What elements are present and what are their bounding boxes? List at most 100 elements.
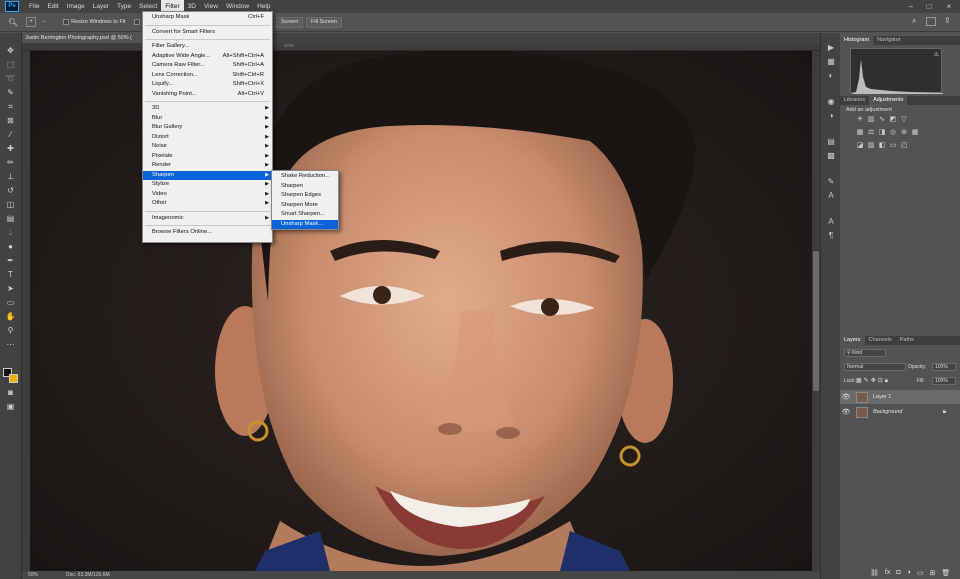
vertical-scrollbar[interactable] [812, 51, 820, 571]
menu-item-submenu[interactable]: Other ▶ [143, 199, 272, 209]
channel-mixer-icon[interactable]: ⊛ [900, 129, 908, 137]
sharpen-menu-item[interactable]: Sharpen Edges [272, 191, 338, 201]
type-tool-icon[interactable]: T [4, 269, 17, 280]
zoom-in-icon[interactable]: + [26, 17, 37, 27]
menu-item-submenu[interactable]: 3D ▶ [143, 104, 272, 114]
more-tools-icon[interactable]: ⋯ [4, 339, 17, 350]
blur-tool-icon[interactable]: 💧︎ [4, 227, 17, 238]
menu-item-submenu[interactable]: Stylize ▶ [143, 180, 272, 190]
menu-item-filter[interactable]: Adaptive Wide Angle... Alt+Shift+Ctrl+A [143, 52, 272, 62]
menu-item-filter[interactable]: Vanishing Point... Alt+Ctrl+V [143, 90, 272, 100]
fill-input[interactable]: 100% [932, 377, 956, 385]
quick-select-tool-icon[interactable]: ✎ [4, 87, 17, 98]
blend-mode-select[interactable]: Normal [844, 363, 906, 371]
sharpen-menu-item[interactable]: Sharpen [272, 182, 338, 192]
marquee-tool-icon[interactable]: ⬚ [4, 59, 17, 70]
clone-stamp-tool-icon[interactable]: ⊥ [4, 171, 17, 182]
layer-style-icon[interactable]: fx [885, 569, 890, 577]
tab-navigator[interactable]: Navigator [873, 36, 905, 45]
frame-tool-icon[interactable]: ⊠ [4, 115, 17, 126]
tab-paths[interactable]: Paths [896, 336, 918, 345]
share-icon[interactable]: ⇪ [944, 16, 951, 25]
sharpen-menu-item[interactable]: Sharpen More [272, 201, 338, 211]
path-select-tool-icon[interactable]: ➤ [4, 283, 17, 294]
posterize-icon[interactable]: ▨ [867, 142, 875, 150]
brush-tool-icon[interactable]: ✏ [4, 157, 17, 168]
background-color-swatch[interactable] [9, 374, 18, 383]
scrollbar-thumb[interactable] [813, 251, 819, 391]
close-icon[interactable]: × [940, 0, 958, 13]
menu-item-filter[interactable]: Liquify... Shift+Ctrl+X [143, 80, 272, 90]
levels-icon[interactable]: ▥ [867, 116, 875, 124]
layer-row-layer-1[interactable]: 👁︎ Layer 1 [840, 390, 960, 404]
threshold-icon[interactable]: ◧ [878, 142, 886, 150]
sharpen-menu-item[interactable]: Shake Reduction... [272, 172, 338, 182]
invert-icon[interactable]: ◪ [856, 142, 864, 150]
menu-item-submenu[interactable]: Blur Gallery ▶ [143, 123, 272, 133]
eraser-tool-icon[interactable]: ◫ [4, 199, 17, 210]
black-white-icon[interactable]: ◨ [878, 129, 886, 137]
menu-item-submenu[interactable]: Video ▶ [143, 190, 272, 200]
eye-icon[interactable]: 👁︎ [840, 408, 852, 416]
opacity-input[interactable]: 100% [932, 363, 956, 371]
screen-button[interactable]: Screen [276, 17, 304, 28]
gradient-tool-icon[interactable]: ▤ [4, 213, 17, 224]
adjustment-layer-icon[interactable]: ◑ [907, 569, 911, 577]
menu-item-convert-smart-filters[interactable]: Convert for Smart Filters [143, 28, 272, 38]
quick-mask-icon[interactable]: ◙ [4, 387, 17, 398]
menu-layer[interactable]: Layer [89, 0, 113, 13]
brightness-contrast-icon[interactable]: ☀ [856, 116, 864, 124]
vibrance-icon[interactable]: ▽ [900, 116, 908, 124]
layer-name[interactable]: Layer 1 [873, 394, 891, 400]
eye-icon[interactable]: 👁︎ [840, 393, 852, 401]
menu-item-submenu[interactable]: Render ▶ [143, 161, 272, 171]
color-balance-icon[interactable]: ⚖ [867, 129, 875, 137]
gradient-map-icon[interactable]: ▭ [889, 142, 897, 150]
move-tool-icon[interactable]: ✥ [4, 45, 17, 56]
tab-layers[interactable]: Layers [840, 336, 865, 345]
healing-brush-tool-icon[interactable]: ✚ [4, 143, 17, 154]
menu-item-imagenomic[interactable]: Imagenomic ▶ [143, 214, 272, 224]
zoom-tool-icon[interactable]: 🔍︎ [8, 18, 18, 27]
character-panel-icon[interactable]: A [826, 191, 836, 201]
history-panel-icon[interactable]: ▶ [826, 43, 836, 53]
menu-item-filter[interactable]: Filter Gallery... [143, 42, 272, 52]
delete-layer-icon[interactable]: 🗑︎ [941, 569, 950, 577]
menu-item-submenu[interactable]: Pixelate ▶ [143, 152, 272, 162]
exposure-icon[interactable]: ◩ [889, 116, 897, 124]
lock-icons[interactable]: ▦✎✥⊡🔒︎ [856, 377, 890, 385]
layer-name[interactable]: Background [873, 409, 902, 415]
eyedropper-tool-icon[interactable]: ⁄ [4, 129, 17, 140]
new-layer-icon[interactable]: ⊞ [929, 569, 935, 577]
hand-tool-icon[interactable]: ✋ [4, 311, 17, 322]
menu-type[interactable]: Type [113, 0, 135, 13]
zoom-out-icon[interactable]: − [39, 17, 50, 27]
screen-mode-icon[interactable]: ▣ [4, 401, 17, 412]
tab-channels[interactable]: Channels [865, 336, 896, 345]
maximize-icon[interactable]: □ [920, 0, 938, 13]
color-lookup-icon[interactable]: ▦ [911, 129, 919, 137]
menu-item-submenu[interactable]: Distort ▶ [143, 133, 272, 143]
layer-filter-kind[interactable]: ⚲ Kind [844, 349, 886, 357]
menu-item-filter[interactable]: Lens Correction... Shift+Ctrl+R [143, 71, 272, 81]
search-icon[interactable]: ⌕ [912, 16, 916, 26]
zoom-level[interactable]: 50% [28, 571, 38, 579]
selective-color-icon[interactable]: ◰ [900, 142, 908, 150]
menu-item-submenu[interactable]: Sharpen ▶ [143, 170, 272, 180]
swatches-panel-icon[interactable]: ▩ [826, 151, 836, 161]
menu-item-browse-filters[interactable]: Browse Filters Online... [143, 228, 272, 238]
rectangle-tool-icon[interactable]: ▭ [4, 297, 17, 308]
new-group-icon[interactable]: ▭ [917, 569, 924, 577]
brushes-panel-icon[interactable]: ✎ [826, 177, 836, 187]
menu-edit[interactable]: Edit [43, 0, 62, 13]
tab-histogram[interactable]: Histogram [840, 36, 874, 45]
minimize-icon[interactable]: – [902, 0, 920, 13]
fill-screen-button[interactable]: Fill Screen [306, 17, 342, 28]
sharpen-menu-item[interactable]: Smart Sharpen... [272, 210, 338, 220]
zoom-all-checkbox[interactable] [133, 19, 140, 25]
pen-tool-icon[interactable]: ✒ [4, 255, 17, 266]
color-panel-icon[interactable]: ◐ [826, 71, 836, 81]
menu-image[interactable]: Image [63, 0, 89, 13]
layer-mask-icon[interactable]: ◘ [896, 569, 900, 577]
history-brush-tool-icon[interactable]: ↺ [4, 185, 17, 196]
